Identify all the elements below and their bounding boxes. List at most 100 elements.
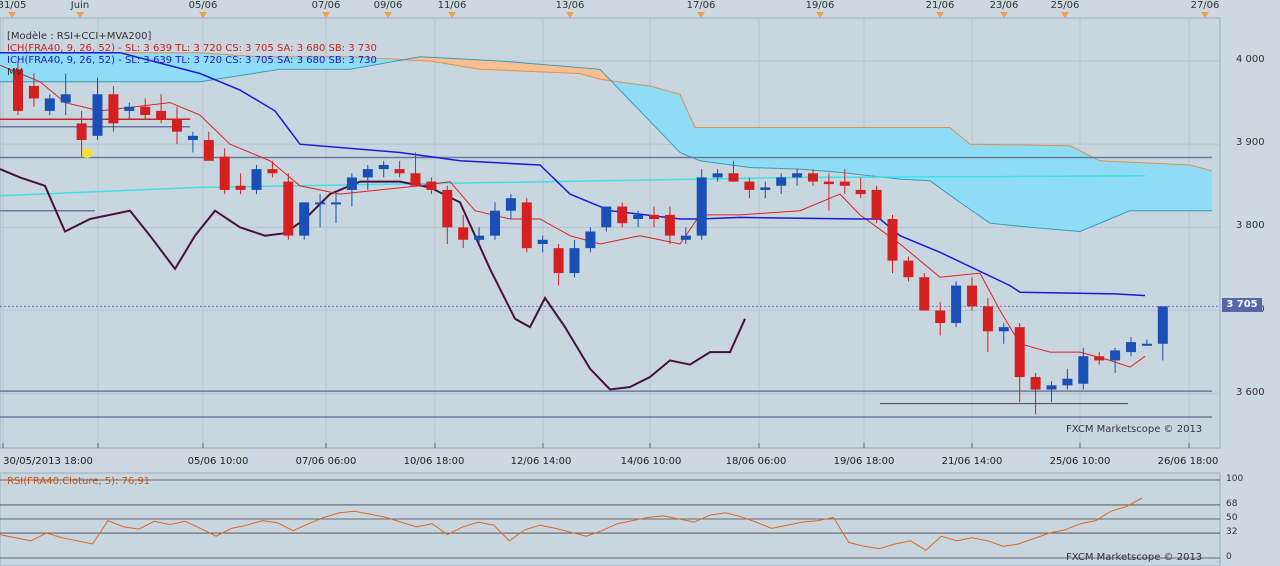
header-date: Juin [70,0,90,11]
candle-body[interactable] [394,169,405,174]
candle-body[interactable] [1126,342,1136,353]
date-marker-icon [384,12,392,18]
bottom-date-label: 05/06 10:00 [187,456,249,467]
candle-body[interactable] [935,310,946,323]
candle-body[interactable] [203,140,214,161]
candle-body[interactable] [505,198,516,211]
candle-body[interactable] [1046,385,1057,390]
candle-body[interactable] [1110,350,1121,361]
candle-body[interactable] [219,156,230,190]
bottom-date-label: 25/06 10:00 [1049,456,1111,467]
candle-body[interactable] [490,210,500,236]
candle-body[interactable] [1094,356,1105,361]
date-marker-icon [1061,12,1069,18]
candle-body[interactable] [871,189,882,220]
current-price-badge: 3 705 [1222,298,1262,312]
candle-body[interactable] [1062,378,1073,386]
chart-window: 31/05 Juin 05/06 07/06 09/06 11/06 13/06 17/06 1… [0,0,1280,566]
candle-body[interactable] [315,202,326,205]
candle-body[interactable] [553,248,564,274]
candle-body[interactable] [378,164,389,170]
candle-body[interactable] [776,177,787,186]
candle-body[interactable] [362,169,373,178]
candle-body[interactable] [1030,377,1041,390]
candle-body[interactable] [696,177,707,236]
candle-body[interactable] [823,181,834,185]
candle-body[interactable] [664,214,675,236]
header-date: 17/06 [686,0,716,11]
date-marker-icon [76,12,84,18]
candle-body[interactable] [760,187,771,190]
candle-body[interactable] [172,119,182,132]
candle-body[interactable] [792,173,803,178]
header-date: 21/06 [925,0,955,11]
candle-body[interactable] [267,169,278,174]
candle-body[interactable] [299,202,310,236]
candle-body[interactable] [283,181,294,236]
candle-body[interactable] [712,173,723,178]
candle-body[interactable] [474,235,485,240]
candle-body[interactable] [521,202,532,249]
candle-body[interactable] [839,181,850,186]
candle-body[interactable] [44,98,55,111]
bottom-date-label: 21/06 14:00 [941,456,1003,467]
price-tick-label: 3 900 [1236,137,1265,149]
candle-body[interactable] [633,214,644,220]
bottom-date-label: 18/06 06:00 [725,456,787,467]
candle-body[interactable] [108,94,119,124]
candle-body[interactable] [251,169,262,190]
price-tick-label: 4 000 [1236,54,1265,65]
candle-body[interactable] [569,248,580,274]
rsi-level-label: 0 [1226,552,1232,562]
candle-body[interactable] [982,306,993,332]
candle-body[interactable] [887,219,898,261]
candle-body[interactable] [28,85,39,99]
bottom-date-label: 14/06 10:00 [620,456,682,467]
candle-body[interactable] [919,277,930,311]
candle-body[interactable] [537,239,548,244]
rsi-level-label: 32 [1226,527,1238,538]
date-marker-icon [199,12,207,18]
price-tick-label: 3 600 [1236,386,1265,398]
candle-body[interactable] [346,177,357,190]
candle-body[interactable] [680,235,691,240]
candle-body[interactable] [92,94,103,136]
date-marker-icon [936,12,944,18]
candle-body[interactable] [331,202,341,205]
rsi-level-label: 100 [1226,474,1244,484]
candle-body[interactable] [442,189,453,228]
candle-body[interactable] [617,206,628,224]
candle-body[interactable] [601,206,612,228]
candle-body[interactable] [410,173,421,186]
candle-body[interactable] [426,181,437,190]
candle-body[interactable] [585,231,596,249]
candle-body[interactable] [649,214,659,220]
candle-body[interactable] [1157,306,1168,344]
date-marker-icon [1000,12,1008,18]
candle-body[interactable] [967,285,977,307]
header-date: 11/06 [437,0,467,11]
candle-body[interactable] [235,185,246,190]
candle-body[interactable] [728,173,739,182]
candle-body[interactable] [60,94,71,103]
candle-body[interactable] [124,106,135,111]
candle-body[interactable] [187,135,198,141]
candle-body[interactable] [156,110,167,120]
ichimoku-red-label: ICH(FRA40, 9, 26, 52) - SL: 3 639 TL: 3 … [7,43,377,54]
candle-body[interactable] [998,327,1009,332]
candle-body[interactable] [855,189,866,195]
candle-body[interactable] [1014,327,1025,378]
candle-body[interactable] [808,173,818,182]
candle-body[interactable] [140,106,151,116]
header-date: 09/06 [373,0,403,11]
candle-body[interactable] [951,285,962,323]
candle-body[interactable] [903,260,914,278]
candle-body[interactable] [76,123,87,141]
marker-dot[interactable] [81,148,93,158]
bottom-date-label: 30/05/2013 18:00 [3,456,93,467]
candle-body[interactable] [1078,356,1089,384]
candle-body[interactable] [458,227,469,240]
main-chart-canvas[interactable] [0,0,1280,566]
candle-body[interactable] [744,181,755,190]
candle-body[interactable] [1141,343,1152,346]
